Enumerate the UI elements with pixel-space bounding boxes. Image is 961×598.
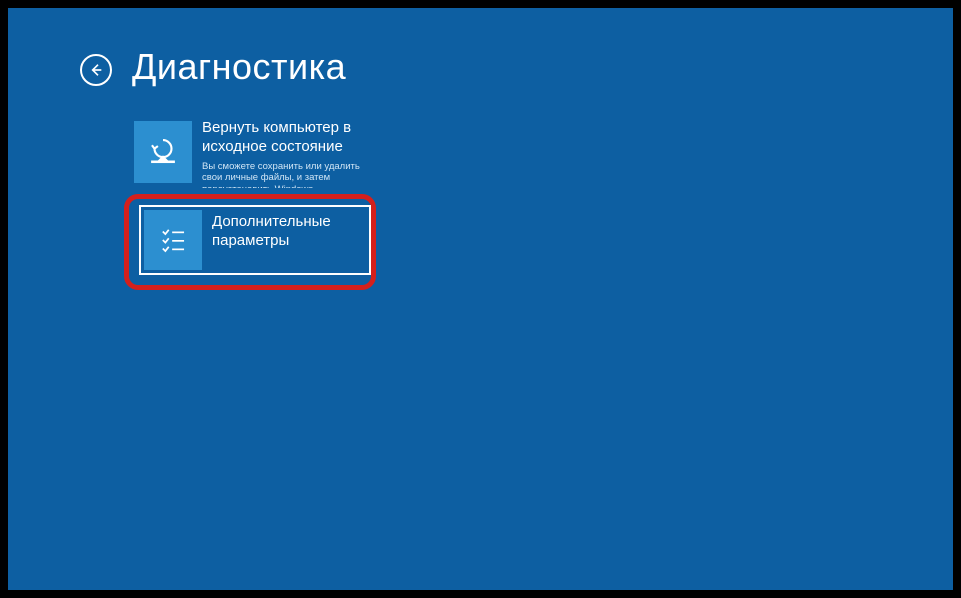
options-list: Вернуть компьютер в исходное состояние В… (8, 88, 953, 290)
reset-title: Вернуть компьютер в исходное состояние (202, 119, 366, 157)
reset-description: Вы сможете сохранить или удалить свои ли… (202, 161, 366, 189)
highlight-annotation: Дополнительные параметры (124, 194, 376, 290)
recovery-screen: Диагностика Вернуть компьютер в исходное… (6, 6, 955, 592)
advanced-options-option[interactable]: Дополнительные параметры (139, 205, 371, 275)
back-arrow-icon (88, 62, 104, 78)
header: Диагностика (8, 8, 953, 88)
checklist-icon (144, 210, 202, 270)
reset-icon (134, 121, 192, 183)
reset-text: Вернуть компьютер в исходное состояние В… (192, 116, 366, 188)
reset-pc-option[interactable]: Вернуть компьютер в исходное состояние В… (134, 116, 366, 188)
page-title: Диагностика (132, 46, 346, 88)
back-button[interactable] (80, 54, 112, 86)
advanced-text: Дополнительные параметры (202, 210, 366, 270)
advanced-title: Дополнительные параметры (212, 213, 366, 251)
